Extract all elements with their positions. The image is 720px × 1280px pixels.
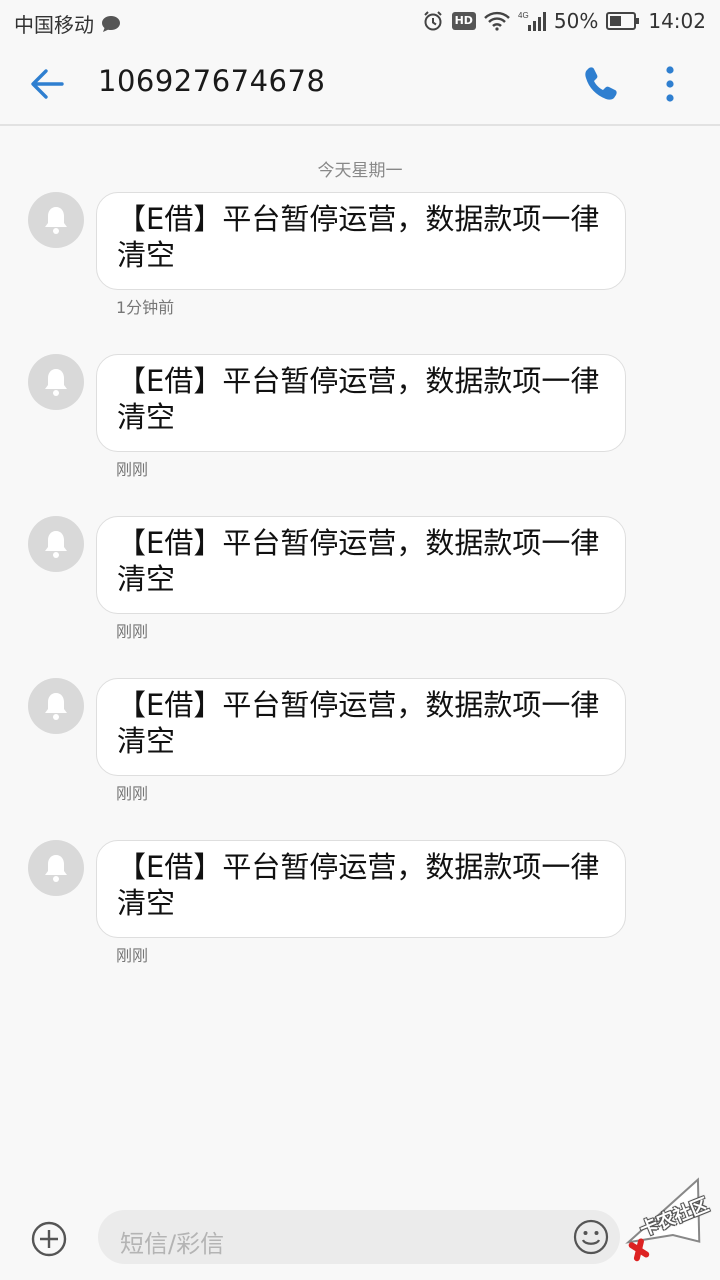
message-item: 【E借】平台暂停运营，数据款项一律清空 刚刚: [0, 840, 720, 990]
date-divider: 今天星期一: [317, 161, 403, 181]
message-bubble[interactable]: 【E借】平台暂停运营，数据款项一律清空: [96, 354, 626, 452]
app-bar: 106927674678: [0, 44, 720, 126]
status-left: 中国移动: [14, 9, 122, 38]
battery-icon: [606, 12, 640, 30]
avatar: [28, 354, 84, 410]
message-bubble[interactable]: 【E借】平台暂停运营，数据款项一律清空: [96, 192, 626, 290]
carrier-label: 中国移动: [14, 13, 94, 37]
wifi-icon: [484, 11, 510, 31]
network-label: 4G: [518, 11, 529, 20]
message-item: 【E借】平台暂停运营，数据款项一律清空 刚刚: [0, 354, 720, 504]
more-vertical-icon: [666, 66, 674, 102]
hd-icon: HD: [451, 12, 476, 30]
avatar: [28, 678, 84, 734]
message-time: 刚刚: [116, 460, 149, 479]
message-item: 【E借】平台暂停运营，数据款项一律清空 刚刚: [0, 516, 720, 666]
signal-icon: 4G: [518, 10, 546, 32]
message-bubble[interactable]: 【E借】平台暂停运营，数据款项一律清空: [96, 516, 626, 614]
message-time: 刚刚: [116, 946, 149, 965]
message-bubble[interactable]: 【E借】平台暂停运营，数据款项一律清空: [96, 678, 626, 776]
bell-icon: [45, 369, 67, 396]
message-input-placeholder: 短信/彩信: [120, 1230, 225, 1258]
add-attachment-button[interactable]: [30, 1220, 68, 1258]
smiley-icon: [573, 1219, 609, 1255]
alarm-icon: [422, 10, 444, 32]
bell-icon: [45, 207, 67, 234]
message-item: 【E借】平台暂停运营，数据款项一律清空 1分钟前: [0, 192, 720, 342]
message-time: 1分钟前: [116, 298, 175, 317]
clock-time: 14:02: [648, 9, 706, 33]
message-time: 刚刚: [116, 784, 149, 803]
avatar: [28, 192, 84, 248]
avatar: [28, 516, 84, 572]
message-time: 刚刚: [116, 622, 149, 641]
back-button[interactable]: [22, 62, 74, 106]
arrow-left-icon: [31, 69, 64, 99]
message-item: 【E借】平台暂停运营，数据款项一律清空 刚刚: [0, 678, 720, 828]
message-bubble[interactable]: 【E借】平台暂停运营，数据款项一律清空: [96, 840, 626, 938]
battery-percent: 50%: [553, 9, 599, 33]
status-bar: 中国移动 HD 4G 50% 14:02: [0, 0, 720, 44]
plus-circle-icon: [31, 1221, 67, 1257]
bell-icon: [45, 531, 67, 558]
conversation-title: 106927674678: [98, 64, 326, 98]
emoji-button[interactable]: [572, 1218, 610, 1256]
message-input[interactable]: 短信/彩信: [98, 1210, 620, 1264]
avatar: [28, 840, 84, 896]
chat-bubble-icon: [100, 14, 122, 34]
bell-icon: [45, 855, 67, 882]
more-options-button[interactable]: [650, 62, 690, 106]
bell-icon: [45, 693, 67, 720]
call-button[interactable]: [578, 62, 624, 106]
status-right: HD 4G 50% 14:02: [422, 9, 706, 33]
phone-icon: [585, 67, 617, 100]
